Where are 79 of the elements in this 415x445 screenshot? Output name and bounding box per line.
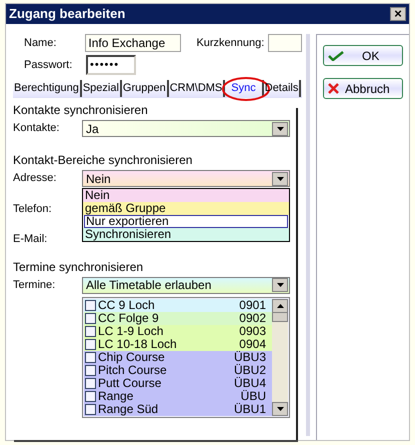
list-item-code: 0903 (239, 325, 266, 337)
cross-icon (328, 83, 339, 94)
short-code-field[interactable] (268, 34, 302, 52)
list-row[interactable]: CC Folge 9 0902 (84, 312, 272, 324)
password-field[interactable]: •••••• (86, 55, 136, 75)
section-heading: Kontakte synchronisieren (13, 102, 149, 119)
ok-button[interactable]: OK (323, 45, 403, 66)
list-item-code: 0901 (239, 299, 266, 311)
list-item-code: ÜBU1 (234, 403, 266, 415)
section-heading: Kontakt-Bereiche synchronisieren (13, 152, 194, 169)
name-field[interactable]: Info Exchange (85, 34, 181, 52)
list-item-name: LC 1-9 Loch (98, 325, 164, 337)
list-item-code: 0902 (239, 312, 266, 324)
list-item-name: Range Süd (98, 403, 160, 415)
list-item-code: ÜBU4 (234, 377, 266, 389)
field-label: Passwort: (24, 58, 74, 73)
field-label: E-Mail: (13, 232, 48, 244)
list-item-name: Pitch Course (98, 364, 168, 376)
list-row[interactable]: LC 10-18 Loch 0904 (84, 338, 272, 350)
scroll-up-button[interactable] (272, 298, 288, 312)
list-row[interactable]: Range Süd ÜBU1 (84, 402, 272, 416)
checkbox[interactable] (85, 326, 96, 336)
list-item-code: ÜBU3 (234, 351, 266, 363)
caret-icon (276, 126, 284, 130)
dropdown-field[interactable]: Ja (82, 120, 290, 137)
checkbox[interactable] (85, 352, 96, 362)
list-item-name: CC 9 Loch (98, 299, 156, 311)
scrollbar[interactable] (272, 298, 288, 416)
list-item-name: Putt Course (98, 377, 162, 389)
tab[interactable]: Gruppen (122, 80, 169, 97)
dropdown-arrow-button[interactable] (272, 278, 288, 292)
field-label: Kurzkennung: (196, 36, 264, 51)
down-arrow-icon (276, 406, 284, 410)
dropdown-field[interactable]: Nein (82, 170, 290, 187)
checkbox[interactable] (85, 378, 96, 388)
dropdown-option[interactable]: Nur exportieren (84, 215, 288, 228)
tab[interactable]: Spezial (82, 80, 122, 97)
checkbox[interactable] (85, 364, 96, 376)
list-row[interactable]: Range ÜBU (84, 390, 272, 402)
list-item-code: 0904 (239, 338, 266, 350)
list-row[interactable]: Putt Course ÜBU4 (84, 376, 272, 390)
up-arrow-icon (276, 304, 284, 308)
list-item-name: Range (98, 390, 134, 402)
list-row[interactable]: CC 9 Loch 0901 (84, 298, 272, 312)
checkmark-icon (328, 50, 344, 60)
list-row[interactable]: LC 1-9 Loch 0903 (84, 324, 272, 338)
checkbox[interactable] (85, 390, 96, 402)
list-item-name: CC Folge 9 (98, 312, 160, 324)
scroll-down-button[interactable] (272, 402, 288, 416)
checkbox[interactable] (85, 404, 96, 414)
list-item-code: ÜBU (240, 390, 266, 402)
list-row[interactable]: Chip Course ÜBU3 (84, 350, 272, 364)
dropdown-option[interactable]: Nein (83, 189, 289, 202)
list-item-name: Chip Course (98, 351, 166, 363)
scroll-thumb[interactable] (272, 312, 288, 322)
field-label: Telefon: (13, 202, 52, 214)
window-title: Zugang bearbeiten (9, 5, 126, 24)
dropdown-field[interactable]: Alle Timetable erlauben (82, 276, 290, 294)
field-label: Kontakte: (13, 121, 60, 136)
checkbox[interactable] (85, 312, 96, 324)
dropdown-arrow-button[interactable] (272, 122, 288, 136)
dropdown-option[interactable]: Synchronisieren (83, 228, 289, 241)
section-heading: Termine synchronisieren (13, 258, 144, 276)
dropdown-option[interactable]: gemäß Gruppe (83, 202, 289, 215)
close-button[interactable]: × (390, 7, 406, 21)
dropdown-arrow-button[interactable] (272, 172, 288, 186)
list-row[interactable]: Pitch Course ÜBU2 (84, 364, 272, 376)
checkbox[interactable] (85, 338, 96, 350)
field-label: Name: (24, 36, 58, 51)
cancel-button[interactable]: Abbruch (323, 78, 403, 99)
caret-icon (276, 283, 284, 287)
field-label: Adresse: (13, 171, 58, 186)
list-item-name: LC 10-18 Loch (98, 338, 178, 350)
caret-icon (276, 176, 284, 180)
checkbox[interactable] (85, 300, 96, 310)
tab[interactable]: CRM\DMS (168, 80, 226, 97)
list-item-code: ÜBU2 (234, 364, 266, 376)
tab[interactable]: Berechtigung (13, 80, 82, 97)
field-label: Termine: (13, 278, 56, 292)
